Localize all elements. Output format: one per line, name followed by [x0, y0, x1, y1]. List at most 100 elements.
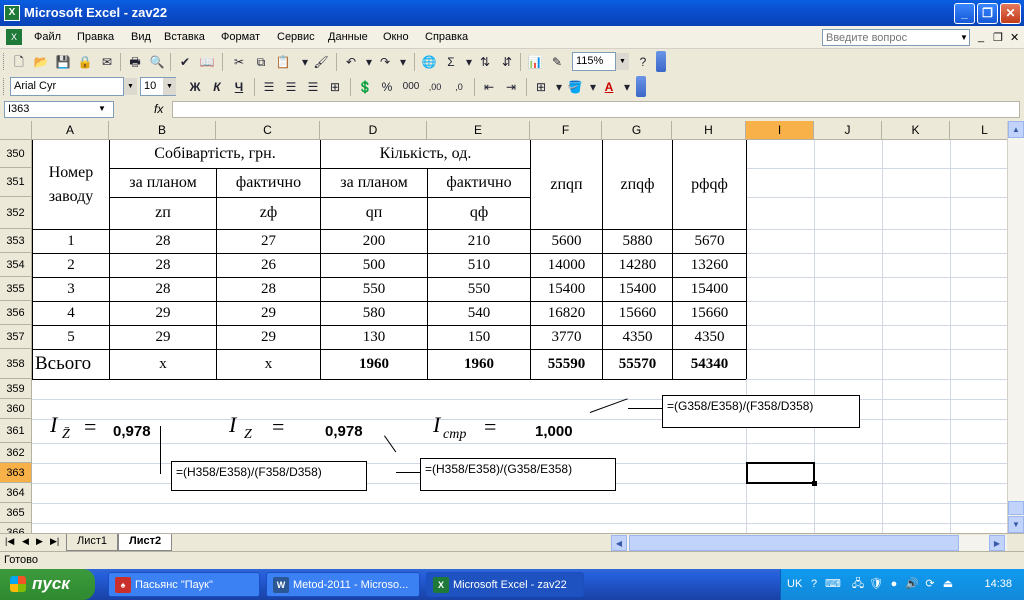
row-header[interactable]: 359 — [0, 379, 32, 399]
chevron-down-icon[interactable]: ▼ — [98, 104, 106, 113]
table-cell[interactable]: 29 — [217, 325, 320, 349]
table-cell[interactable]: 580 — [321, 301, 427, 325]
format-painter-icon[interactable]: 🖌 — [312, 53, 330, 71]
task-excel[interactable]: X Microsoft Excel - zav22 — [426, 572, 584, 597]
security-icon[interactable]: 🛡 — [869, 577, 883, 591]
research-icon[interactable]: 📖 — [198, 53, 216, 71]
chevron-down-icon[interactable]: ▼ — [958, 30, 970, 45]
table-cell[interactable]: 3770 — [531, 325, 602, 349]
first-sheet-icon[interactable]: |◀ — [5, 536, 14, 547]
menu-window[interactable]: Окно — [383, 31, 409, 43]
table-cell[interactable]: 5 — [33, 325, 109, 349]
table-cell[interactable]: 200 — [321, 229, 427, 253]
scroll-up-icon[interactable]: ▲ — [1008, 121, 1024, 138]
scroll-down-icon[interactable]: ▼ — [1008, 516, 1024, 533]
header-zpqp[interactable]: zпqп — [531, 140, 602, 229]
redo-icon[interactable]: ↷ — [376, 53, 394, 71]
restore-button[interactable]: ❐ — [977, 3, 998, 24]
volume-icon[interactable]: 🔊 — [905, 577, 919, 591]
column-header[interactable]: G — [602, 121, 672, 140]
copy-icon[interactable]: ⧉ — [252, 53, 270, 71]
menu-data[interactable]: Данные — [328, 31, 368, 43]
font-color-icon[interactable]: A — [600, 78, 618, 96]
chevron-down-icon[interactable]: ▼ — [616, 53, 629, 70]
hyperlink-icon[interactable]: 🌐 — [420, 53, 438, 71]
font-name-combo[interactable]: Arial Cyr — [10, 77, 124, 96]
table-cell[interactable]: 210 — [428, 229, 530, 253]
scroll-right-icon[interactable]: ▶ — [989, 535, 1005, 551]
excel-icon[interactable]: X — [4, 5, 20, 21]
open-folder-icon[interactable]: 📂 — [32, 53, 50, 71]
spelling-icon[interactable]: ✔ — [176, 53, 194, 71]
table-cell[interactable]: 5880 — [603, 229, 672, 253]
toolbar-options-icon[interactable] — [636, 76, 646, 97]
start-button[interactable]: пуск — [0, 569, 95, 600]
table-cell[interactable]: 15660 — [673, 301, 746, 325]
undo-icon[interactable]: ↶ — [342, 53, 360, 71]
row-header[interactable]: 364 — [0, 483, 32, 503]
column-header[interactable]: E — [427, 121, 530, 140]
bold-button[interactable]: Ж — [186, 78, 204, 96]
active-cell[interactable] — [746, 462, 817, 486]
chart-wizard-icon[interactable]: 📊 — [526, 53, 544, 71]
update-icon[interactable]: ⟳ — [923, 577, 937, 591]
table-cell[interactable]: 15400 — [673, 277, 746, 301]
new-document-icon[interactable]: 🗋 — [10, 53, 28, 71]
table-cell[interactable]: 28 — [110, 253, 216, 277]
row-header[interactable]: 357 — [0, 325, 32, 349]
table-cell[interactable]: 13260 — [673, 253, 746, 277]
permission-icon[interactable]: 🔒 — [76, 53, 94, 71]
row-header[interactable]: 352 — [0, 197, 32, 229]
paste-icon[interactable]: 📋 — [274, 53, 292, 71]
row-header[interactable]: 358 — [0, 349, 32, 379]
italic-button[interactable]: К — [208, 78, 226, 96]
help-icon[interactable]: ? — [807, 577, 821, 591]
row-header[interactable]: 361 — [0, 419, 32, 443]
menu-help[interactable]: Справка — [425, 31, 468, 43]
header-cost[interactable]: Собівартість, грн. — [110, 140, 320, 168]
task-word-document[interactable]: W Metod-2011 - Microso... — [266, 572, 420, 597]
header-qty-plan[interactable]: за планом — [321, 168, 427, 197]
doc-minimize-button[interactable]: _ — [978, 31, 984, 43]
decrease-decimal-button[interactable]: ,0 — [448, 78, 470, 96]
table-cell[interactable]: 510 — [428, 253, 530, 277]
row-header[interactable]: 356 — [0, 301, 32, 325]
workbook-icon[interactable]: X — [6, 29, 22, 45]
total-cell[interactable]: x — [217, 349, 320, 379]
clock[interactable]: 14:38 — [984, 578, 1012, 590]
table-cell[interactable]: 16820 — [531, 301, 602, 325]
header-pfqf[interactable]: pфqф — [673, 140, 746, 229]
increase-decimal-button[interactable]: ,00 — [424, 78, 446, 96]
row-header[interactable]: 350 — [0, 140, 32, 168]
header-plant-number[interactable]: Номер заводу — [33, 140, 109, 229]
symbol-qp[interactable]: qп — [321, 197, 427, 229]
index-1-value[interactable]: 0,978 — [113, 423, 151, 440]
table-cell[interactable]: 15400 — [603, 277, 672, 301]
formula-input[interactable] — [172, 101, 1020, 118]
column-header[interactable]: H — [672, 121, 746, 140]
doc-close-button[interactable]: ✕ — [1010, 31, 1019, 44]
total-cell[interactable]: x — [110, 349, 216, 379]
print-preview-icon[interactable]: 🔍 — [148, 53, 166, 71]
column-header[interactable]: B — [109, 121, 216, 140]
row-header[interactable]: 353 — [0, 229, 32, 253]
column-header[interactable]: D — [320, 121, 427, 140]
spreadsheet-grid[interactable]: A B C D E F G H I J K L 350 351 352 353 … — [0, 121, 1007, 533]
menu-insert[interactable]: Вставка — [164, 31, 205, 43]
language-indicator[interactable]: UK — [787, 578, 802, 590]
table-cell[interactable]: 28 — [110, 229, 216, 253]
table-cell[interactable]: 2 — [33, 253, 109, 277]
sort-descending-icon[interactable]: ⇵ — [498, 53, 516, 71]
toolbar-options-icon[interactable] — [656, 51, 666, 72]
symbol-qf[interactable]: qф — [428, 197, 530, 229]
email-icon[interactable]: ✉ — [98, 53, 116, 71]
column-header[interactable]: F — [530, 121, 602, 140]
sheet-tab-1[interactable]: Лист1 — [66, 534, 119, 551]
title-bar[interactable]: X Microsoft Excel - zav22 _ ❐ ✕ — [0, 0, 1024, 26]
column-header-active[interactable]: I — [746, 121, 814, 140]
save-icon[interactable]: 💾 — [54, 53, 72, 71]
toolbar-grip[interactable] — [3, 78, 6, 95]
total-cell[interactable]: 55570 — [603, 349, 672, 379]
header-cost-actual[interactable]: фактично — [217, 168, 320, 197]
table-cell[interactable]: 4 — [33, 301, 109, 325]
